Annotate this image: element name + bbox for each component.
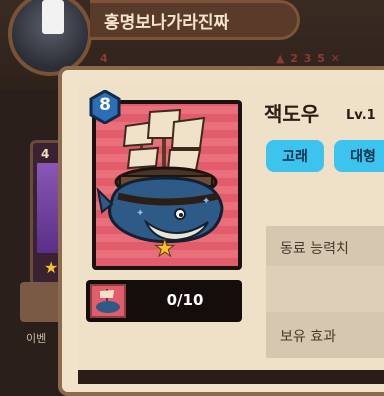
ability-section-body [266,266,384,312]
tag-whale: 고래 [266,140,324,172]
effect-section[interactable]: 보유 효과 [266,312,384,358]
ability-section[interactable]: 동료 능력치 [266,226,384,266]
unit-card-art[interactable]: ✦ ✦ ★ [96,104,238,266]
tag-label: 고래 [282,149,308,165]
status-right: ▲ 2 3 5 ✕ [276,52,341,65]
star-icon: ★ [44,258,59,277]
unit-name: 잭도우 [264,102,320,126]
unit-shard-icon [90,284,126,318]
svg-text:✦: ✦ [136,208,144,219]
ability-section-title: 동료 능력치 [280,241,349,257]
status-strip: 4 ▲ 2 3 5 ✕ [96,48,384,66]
status-left: 4 [100,52,109,65]
effect-section-title: 보유 효과 [280,329,336,345]
svg-text:✦: ✦ [202,196,210,207]
background-card-level: 4 [41,147,50,161]
tag-large: 대형 [334,140,384,172]
mini-whale-icon [96,289,120,313]
svg-text:★: ★ [154,234,176,262]
unit-level-number: 8 [99,95,111,115]
unit-level-badge: 8 [88,90,122,124]
player-name-banner: 홍명보나가라진짜 [90,0,300,40]
whale-ship-illustration: ✦ ✦ ★ [96,108,224,263]
player-name: 홍명보나가라진짜 [104,12,230,33]
unit-level-label: Lv.1 [346,108,376,123]
shard-progress-text: 0/10 [166,291,204,309]
avatar-mug-icon [42,0,64,34]
tag-label: 대형 [350,149,376,165]
background-caption: 이벤 [26,332,47,345]
bottom-bar [78,370,384,384]
